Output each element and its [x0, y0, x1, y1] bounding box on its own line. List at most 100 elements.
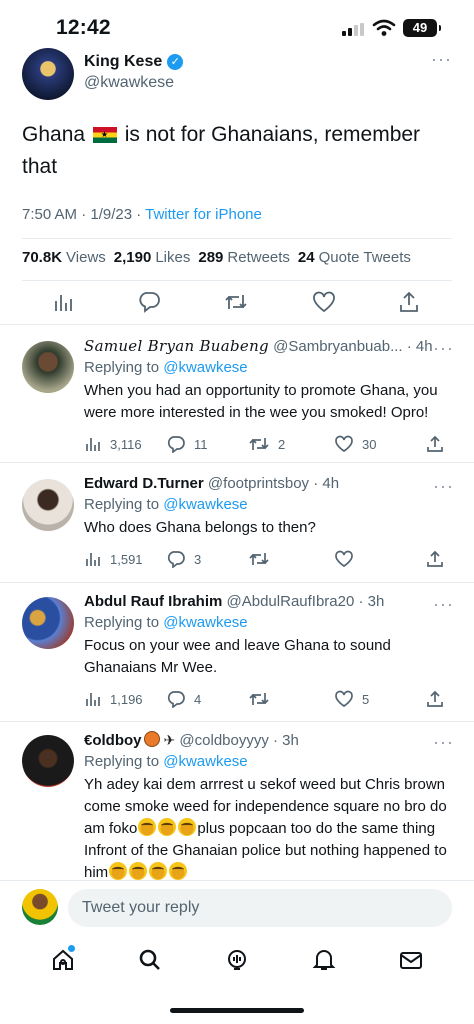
verified-badge-icon: ✓: [167, 54, 184, 70]
analytics-icon[interactable]: [52, 291, 74, 313]
share-icon[interactable]: [398, 291, 420, 313]
reply-text: Yh adey kai dem arrrest u sekof weed but…: [84, 776, 447, 881]
reply-author-handle[interactable]: @coldboyyyy · 3h: [179, 732, 298, 749]
reply-author-name[interactable]: €oldboy: [84, 732, 142, 749]
main-tweet-text: Ghana is not for Ghanaians, remember tha…: [22, 119, 452, 183]
likes-stat[interactable]: 2,190 Likes: [114, 249, 191, 266]
more-options-icon[interactable]: ···: [433, 339, 454, 357]
like-action[interactable]: 30: [334, 435, 426, 453]
main-tweet-author: King Kese ✓ @kwawkese ···: [22, 48, 452, 100]
share-action[interactable]: [426, 435, 444, 453]
replying-to-handle[interactable]: @kwawkese: [163, 614, 247, 631]
reply-avatar[interactable]: [22, 735, 74, 787]
more-options-icon[interactable]: ···: [431, 50, 452, 68]
reply-author-handle[interactable]: @Sambryanbuab... · 4h: [273, 338, 432, 355]
tweet-reply-input[interactable]: Tweet your reply: [68, 889, 452, 927]
wifi-icon: [372, 19, 396, 36]
divider: [0, 324, 474, 325]
views-stat[interactable]: 70.8K Views: [22, 249, 106, 266]
reply-icon: [167, 691, 185, 708]
quote-tweets-stat[interactable]: 24 Quote Tweets: [298, 249, 411, 266]
reply-text: Who does Ghana belongs to then?: [84, 519, 316, 536]
spaces-icon: [227, 950, 246, 970]
analytics-icon: [86, 553, 100, 566]
retweet-icon[interactable]: [223, 291, 249, 313]
basketball-emoji-icon: [143, 731, 160, 747]
tweet-meta: 7:50 AM · 1/9/23 · Twitter for iPhone: [22, 206, 262, 223]
divider: [22, 280, 452, 281]
laughing-emoji-icon: [149, 862, 168, 880]
search-icon: [139, 949, 161, 970]
laughing-emoji-icon: [109, 862, 128, 880]
more-options-icon[interactable]: ···: [433, 595, 454, 613]
replying-to-handle[interactable]: @kwawkese: [163, 496, 247, 513]
reply-avatar[interactable]: [22, 479, 74, 531]
like-action[interactable]: [334, 550, 426, 568]
author-name: King Kese: [84, 53, 163, 70]
like-icon: [335, 435, 353, 453]
status-bar: 12:42 49: [0, 0, 474, 52]
laughing-emoji-icon: [178, 818, 197, 836]
reply-header: €oldboy ✈ @coldboyyyy · 3h: [84, 731, 454, 749]
reply-author-name[interactable]: Abdul Rauf Ibrahim: [84, 593, 222, 610]
tab-notifications[interactable]: [304, 940, 344, 980]
replying-to: Replying to @kwawkese: [84, 753, 248, 770]
reply-action[interactable]: 11: [166, 435, 248, 453]
share-icon: [427, 550, 443, 567]
more-options-icon[interactable]: ···: [433, 477, 454, 495]
views-action[interactable]: 1,591: [84, 550, 166, 568]
more-options-icon[interactable]: ···: [433, 733, 454, 751]
like-icon[interactable]: [312, 291, 336, 313]
user-avatar[interactable]: [22, 889, 58, 925]
share-icon: [427, 435, 443, 452]
like-action[interactable]: 5: [334, 690, 426, 708]
retweet-action[interactable]: [248, 690, 334, 708]
analytics-icon: [86, 693, 100, 706]
reply-icon[interactable]: [137, 291, 161, 313]
replying-to-handle[interactable]: @kwawkese: [163, 359, 247, 376]
replying-to: Replying to @kwawkese: [84, 496, 248, 513]
retweet-action[interactable]: [248, 550, 334, 568]
home-indicator[interactable]: [170, 1008, 304, 1013]
tweet-stats: 70.8K Views 2,190 Likes 289 Retweets 24 Quot…: [22, 249, 411, 266]
retweet-action[interactable]: 2: [248, 435, 334, 453]
tab-home[interactable]: [43, 940, 83, 980]
tweet-source[interactable]: Twitter for iPhone: [145, 206, 262, 223]
reply-author-name[interactable]: Samuel Bryan Buabeng: [84, 337, 269, 355]
share-action[interactable]: [426, 690, 444, 708]
replying-to: Replying to @kwawkese: [84, 359, 248, 376]
battery-icon: 49: [403, 19, 441, 37]
views-action[interactable]: 3,116: [84, 435, 166, 453]
reply-action[interactable]: 3: [166, 550, 248, 568]
laughing-emoji-icon: [129, 862, 148, 880]
author-name-row[interactable]: King Kese ✓: [84, 53, 184, 71]
notifications-icon: [312, 950, 336, 970]
tab-spaces[interactable]: [217, 940, 257, 980]
reply-author-name[interactable]: Edward D.Turner: [84, 475, 204, 492]
bottom-tab-bar: [0, 938, 474, 982]
reply-header: Samuel Bryan Buabeng @Sambryanbuab... · …: [84, 337, 454, 355]
share-action[interactable]: [426, 550, 444, 568]
reply-text: Focus on your wee and leave Ghana to sou…: [84, 637, 391, 676]
reply-actions: 1,196 4 5: [84, 689, 454, 709]
retweets-stat[interactable]: 289 Retweets: [198, 249, 290, 266]
analytics-icon: [86, 438, 100, 451]
like-icon: [335, 550, 353, 568]
reply-body: Edward D.Turner @footprintsboy · 4h Repl…: [84, 475, 454, 569]
views-action[interactable]: 1,196: [84, 690, 166, 708]
laughing-emoji-icon: [158, 818, 177, 836]
reply-author-handle[interactable]: @footprintsboy · 4h: [208, 475, 339, 492]
tab-messages[interactable]: [391, 940, 431, 980]
author-avatar[interactable]: [22, 48, 74, 100]
tab-search[interactable]: [130, 940, 170, 980]
reply-avatar[interactable]: [22, 597, 74, 649]
author-handle[interactable]: @kwawkese: [84, 74, 174, 92]
tweet-timestamp[interactable]: 7:50 AM · 1/9/23 ·: [22, 206, 145, 223]
reply-avatar[interactable]: [22, 341, 74, 393]
reply-icon: [167, 551, 185, 568]
reply-author-handle[interactable]: @AbdulRaufIbra20 · 3h: [227, 593, 385, 610]
divider: [22, 238, 452, 239]
retweet-icon: [249, 693, 269, 705]
reply-action[interactable]: 4: [166, 690, 248, 708]
replying-to-handle[interactable]: @kwawkese: [163, 753, 247, 770]
